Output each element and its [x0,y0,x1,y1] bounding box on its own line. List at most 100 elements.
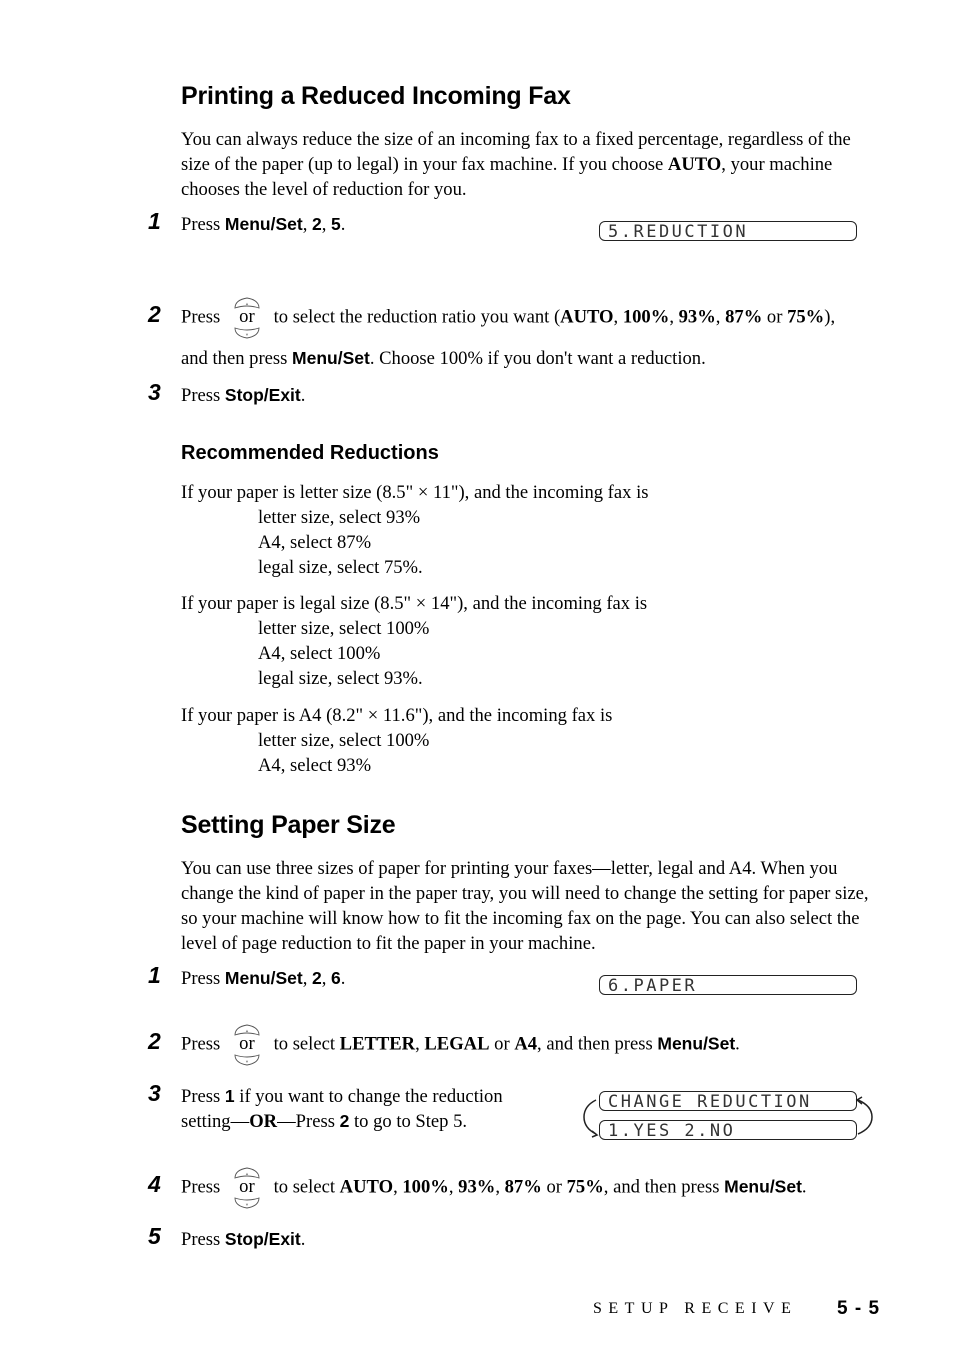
period: . [735,1033,740,1055]
step-1-text: Press Menu/Set, 2, 6. [181,966,345,991]
group-lead-legal: If your paper is legal size (8.5" × 14")… [181,593,648,614]
step-2-line2: and then press Menu/Set. Choose 100% if … [181,346,706,371]
intro-auto: AUTO [667,154,722,175]
period: . [340,968,346,989]
group-item: legal size, select 93%. [258,668,423,689]
group-lead-a4: If your paper is A4 (8.2" × 11.6"), and … [181,705,613,726]
separator: , [669,306,679,328]
option-93: 93% [458,1176,496,1198]
step-3-text: Press Stop/Exit. [181,383,305,408]
separator: or [762,306,788,328]
section2-intro: You can use three sizes of paper for pri… [181,858,869,954]
option-auto: AUTO [560,306,614,328]
separator: , [321,968,332,989]
step-text: and then press [181,348,293,369]
key-6: 6 [331,968,341,988]
key-2: 2 [312,214,322,234]
or-label: or [239,306,255,327]
period: . [801,1176,807,1198]
step-text: if you want to change the reduction [234,1086,503,1107]
separator: or [541,1176,567,1198]
separator: , [302,214,312,235]
step-number: 4 [148,1171,161,1197]
step-text: , and then press [537,1033,658,1055]
press-label: Press [181,385,225,406]
press-label: Press [181,214,225,235]
key-menu-set: Menu/Set [292,348,370,368]
key-menu-set: Menu/Set [224,968,303,988]
or-label: or [239,1176,255,1197]
step-5-text: Press Stop/Exit. [181,1227,305,1252]
step-3-line2: setting—OR—Press 2 to go to Step 5. [181,1109,467,1134]
key-menu-set: Menu/Set [657,1033,736,1054]
period: . [300,385,306,406]
group-item: A4, select 87% [258,532,372,553]
page-number: 5 - 5 [837,1298,881,1319]
separator: , [495,1176,505,1198]
or-label: or [239,1033,255,1054]
press-label: Press [181,1086,225,1107]
step-text: to select [273,1033,340,1055]
option-legal: LEGAL [424,1033,490,1055]
step-4-text: Press ▲ ▼ or to select AUTO, 100%, 93% , … [181,1166,807,1210]
period: . [300,1229,306,1250]
step-number: 1 [148,962,161,988]
step-2-text: Press ▲ ▼ or to select the reduction rat… [181,296,835,340]
press-label: Press [181,968,225,989]
up-down-arrow-keys-icon: ▲ ▼ or [229,1023,265,1067]
lcd-display-reduction: 5.REDUCTION [599,221,857,242]
up-down-arrow-keys-icon: ▲ ▼ or [229,1166,265,1210]
option-100: 100% [622,306,670,328]
key-2: 2 [312,968,322,988]
lcd-display-change-reduction: CHANGE REDUCTION [599,1091,857,1112]
section-title-paper-size: Setting Paper Size [181,811,396,839]
separator: , [302,968,312,989]
group-item: A4, select 100% [258,643,381,664]
separator: , [321,214,332,235]
up-down-arrow-keys-icon: ▲ ▼ or [229,296,265,340]
or-emphasis: OR [249,1111,278,1132]
group-item: letter size, select 93% [258,507,421,528]
key-1: 1 [224,1086,235,1106]
key-menu-set: Menu/Set [724,1176,802,1197]
separator: , [715,306,726,328]
footer-section-name: SETUP RECEIVE [593,1300,798,1317]
key-2: 2 [339,1111,350,1131]
group-item: A4, select 93% [258,755,372,776]
separator: , [613,306,623,328]
period: . [340,214,346,235]
step-2-text: Press ▲ ▼ or to select LETTER, LEGAL or … [181,1023,740,1067]
separator: or [489,1033,515,1055]
step-number: 1 [148,208,161,234]
step-text-end: ), [824,306,836,328]
key-menu-set: Menu/Set [224,214,303,234]
section1-intro: You can always reduce the size of an inc… [181,127,881,202]
group-lead-letter: If your paper is letter size (8.5" × 11"… [181,482,649,503]
step-number: 2 [148,1028,161,1054]
step-number: 3 [148,1080,161,1106]
lcd-display-paper: 6.PAPER [599,975,857,996]
option-letter: LETTER [339,1033,416,1055]
option-87: 87% [725,306,763,328]
separator: , [448,1176,459,1198]
key-5: 5 [331,214,341,234]
section-title-reduced-fax: Printing a Reduced Incoming Fax [181,82,571,110]
svg-text:▼: ▼ [245,1059,249,1064]
key-stop-exit: Stop/Exit [224,1229,301,1249]
step-text: —Press [277,1111,340,1132]
step-number: 2 [148,301,161,327]
separator: , [393,1176,403,1198]
group-item: letter size, select 100% [258,618,430,639]
option-auto: AUTO [339,1176,394,1198]
recommended-reductions-title: Recommended Reductions [181,442,439,464]
group-item: legal size, select 75%. [258,557,423,578]
option-100: 100% [402,1176,449,1198]
step-text: to select [273,1176,340,1198]
lcd-display-yes-no: 1.YES 2.NO [599,1120,857,1141]
svg-text:▼: ▼ [245,332,249,337]
step-number: 3 [148,379,161,405]
separator: , [415,1033,425,1055]
step-number: 5 [148,1223,161,1249]
step-text: to select the reduction ratio you want ( [273,306,561,328]
press-label: Press [181,1176,221,1198]
